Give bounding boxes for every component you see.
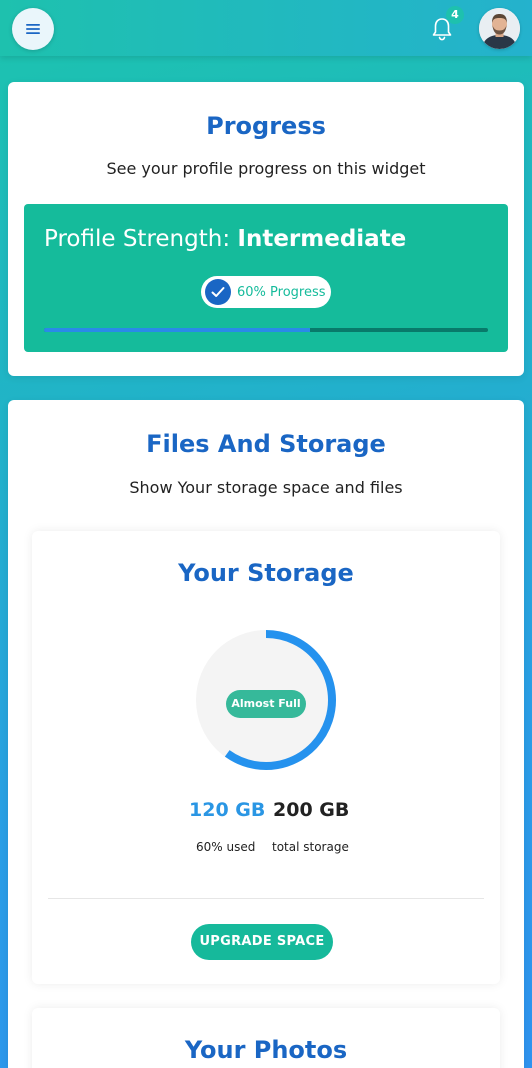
profile-strength-heading: Profile Strength: Intermediate xyxy=(44,226,406,252)
used-storage-label: 60% used xyxy=(196,840,256,854)
top-bar: 4 xyxy=(0,0,532,56)
check-icon xyxy=(205,279,231,305)
user-avatar[interactable] xyxy=(479,8,520,49)
photos-widget: Your Photos xyxy=(32,1008,500,1068)
menu-button[interactable] xyxy=(12,8,54,50)
storage-divider xyxy=(48,898,484,899)
avatar-image xyxy=(479,8,520,49)
files-storage-subtitle: Show Your storage space and files xyxy=(129,478,403,497)
files-storage-card: Files And Storage Show Your storage spac… xyxy=(8,400,524,1068)
storage-widget: Your Storage Almost Full 120 GB 200 GB 6… xyxy=(32,531,500,984)
progress-card: Progress See your profile progress on th… xyxy=(8,82,524,376)
upgrade-space-button[interactable]: UPGRADE SPACE xyxy=(191,924,333,960)
progress-pill: 60% Progress xyxy=(201,276,331,308)
used-storage-value: 120 GB xyxy=(189,799,266,821)
profile-progress-bar xyxy=(44,328,488,332)
profile-strength-value: Intermediate xyxy=(237,226,407,252)
photos-title: Your Photos xyxy=(184,1036,348,1064)
profile-strength-box: Profile Strength: Intermediate 60% Progr… xyxy=(24,204,508,352)
progress-subtitle: See your profile progress on this widget xyxy=(106,159,426,178)
storage-title: Your Storage xyxy=(178,559,354,587)
notification-badge: 4 xyxy=(446,6,464,24)
progress-title: Progress xyxy=(206,112,326,140)
total-storage-label: total storage xyxy=(272,840,349,854)
profile-strength-label: Profile Strength: xyxy=(44,226,231,252)
progress-pill-text: 60% Progress xyxy=(237,284,326,300)
files-storage-title: Files And Storage xyxy=(146,430,386,458)
hamburger-menu-icon xyxy=(26,24,40,34)
storage-status-badge: Almost Full xyxy=(226,690,306,718)
profile-progress-fill xyxy=(44,328,311,332)
total-storage-value: 200 GB xyxy=(273,799,350,821)
